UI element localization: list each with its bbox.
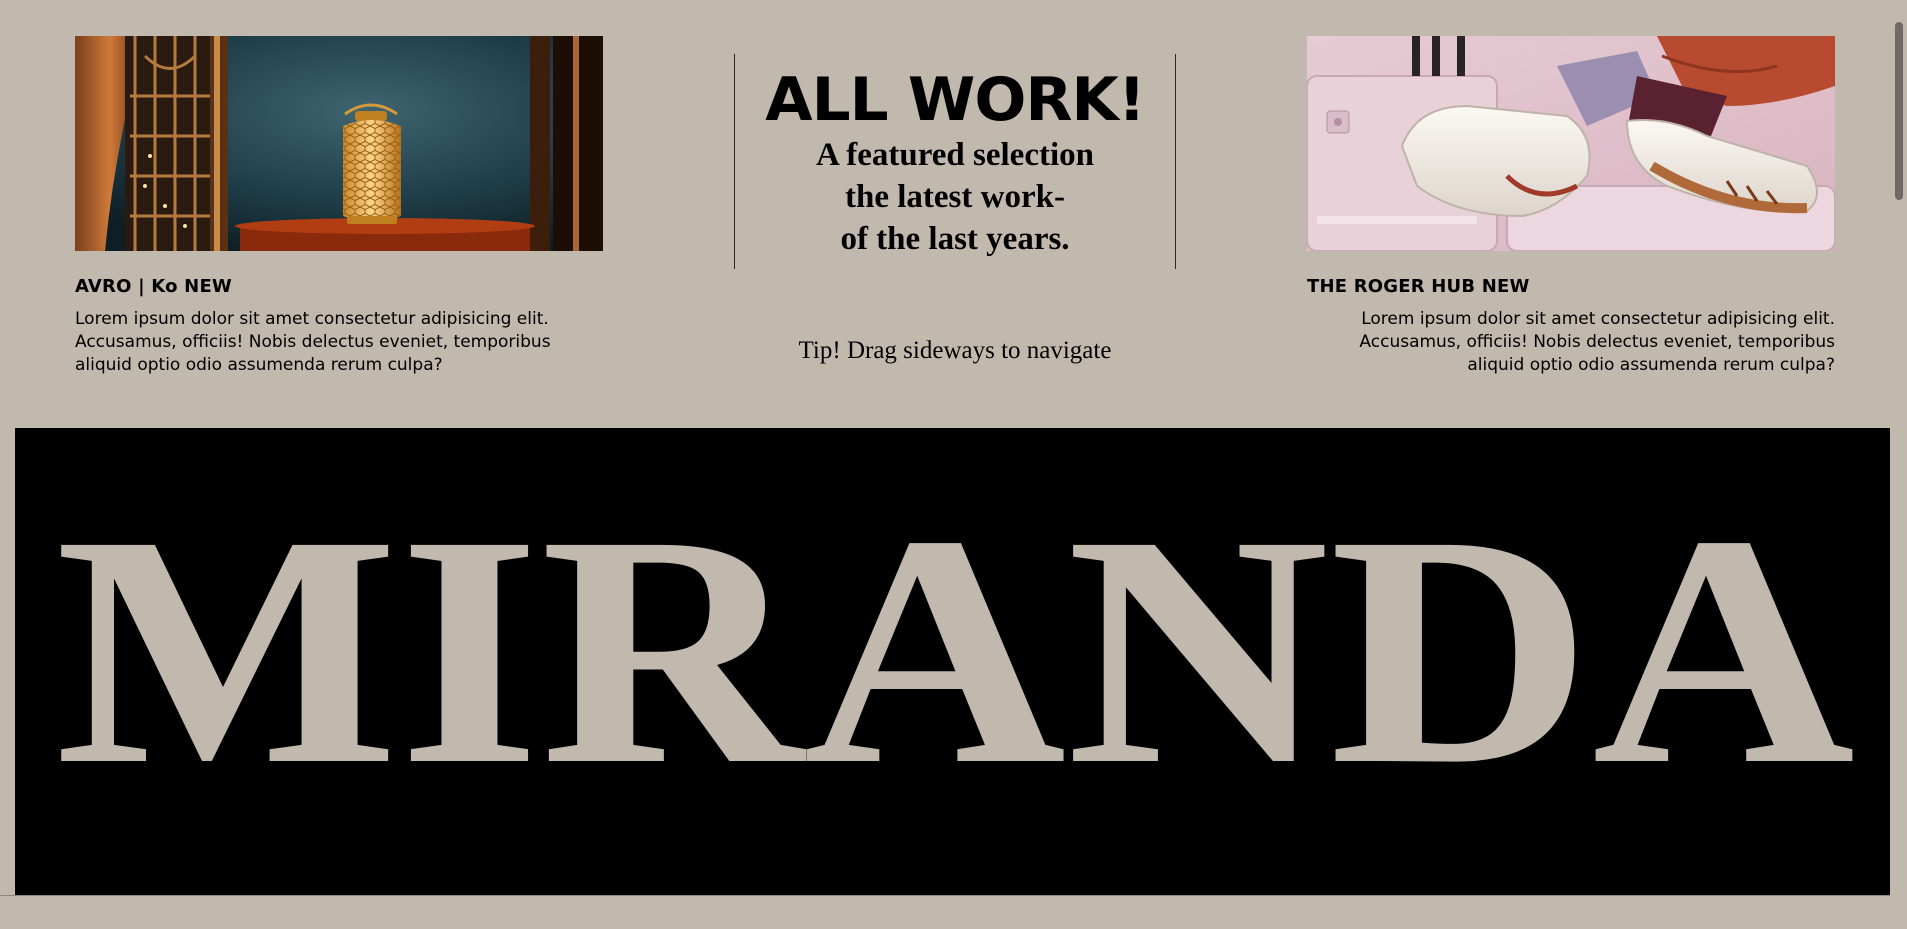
banner-name-graphic: MIRANDA: [55, 468, 1855, 833]
navigation-tip: Tip! Drag sideways to navigate: [798, 337, 1112, 364]
banner-name: MIRANDA: [55, 468, 1855, 833]
project-description: Lorem ipsum dolor sit amet consectetur a…: [1359, 309, 1835, 375]
subtitle: A featured selection the latest work- of…: [735, 134, 1175, 260]
scrollbar-thumb[interactable]: [1895, 22, 1903, 200]
project-title[interactable]: THE ROGER HUB NEW: [1307, 276, 1835, 298]
sneakers-image-icon: [1307, 36, 1835, 251]
subtitle-line: of the last years.: [840, 221, 1070, 257]
project-card-avro[interactable]: AVRO | Ko NEW Lorem ipsum dolor sit amet…: [75, 36, 603, 377]
name-banner: MIRANDA: [15, 428, 1895, 895]
divider-line-bottom: [0, 895, 1890, 896]
project-thumbnail-lantern[interactable]: [75, 36, 603, 251]
intro-block: ALL WORK! A featured selection the lates…: [735, 60, 1175, 260]
page-title: ALL WORK!: [765, 65, 1146, 135]
vertical-scrollbar[interactable]: [1890, 0, 1907, 929]
project-card-roger-hub[interactable]: THE ROGER HUB NEW Lorem ipsum dolor sit …: [1307, 36, 1835, 377]
lantern-image-icon: [75, 36, 603, 251]
project-title[interactable]: AVRO | Ko NEW: [75, 276, 603, 298]
subtitle-line: A featured selection: [815, 137, 1094, 173]
subtitle-line: the latest work-: [845, 179, 1065, 215]
project-thumbnail-sneakers[interactable]: [1307, 36, 1835, 251]
work-page: AVRO | Ko NEW Lorem ipsum dolor sit amet…: [0, 0, 1895, 929]
project-description: Lorem ipsum dolor sit amet consectetur a…: [75, 309, 551, 375]
